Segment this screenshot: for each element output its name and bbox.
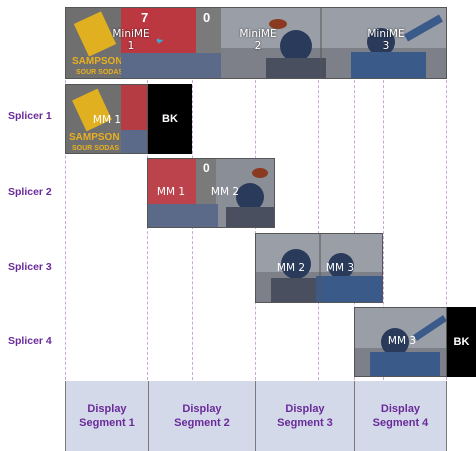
minime-label-2: MiniME 2 xyxy=(239,28,277,52)
splicer-3-mm-2: MM 2 xyxy=(276,262,306,274)
display-segment-1: Display Segment 1 xyxy=(65,381,148,451)
svg-text:SAMPSON: SAMPSON xyxy=(69,132,120,143)
display-segment-3: Display Segment 3 xyxy=(255,381,354,451)
splicer-4-bk: BK xyxy=(447,307,476,377)
guide-line-5 xyxy=(318,60,319,380)
display-segment-1-label: Display Segment 1 xyxy=(79,403,135,429)
score-b: 0 xyxy=(203,10,211,25)
display-segment-4: Display Segment 4 xyxy=(354,381,447,451)
svg-text:SAMPSON: SAMPSON xyxy=(72,56,123,67)
display-segment-2-label: Display Segment 2 xyxy=(174,403,230,429)
splicer-1-bk: BK xyxy=(148,84,192,154)
splicer-1-image: SAMPSON SOUR SODAS MM 1 xyxy=(65,84,148,154)
splicer-1-label: Splicer 1 xyxy=(8,110,52,122)
svg-text:SOUR SODAS: SOUR SODAS xyxy=(72,145,119,152)
splicer-4-image: MM 3 xyxy=(354,307,447,377)
splicer-2-image: 0 MM 1 MM 2 xyxy=(147,158,275,228)
splicer-4-label: Splicer 4 xyxy=(8,335,52,347)
splicer-3-label: Splicer 3 xyxy=(8,261,52,273)
display-segment-2: Display Segment 2 xyxy=(148,381,255,451)
splicer-4-mm-3: MM 3 xyxy=(387,335,417,347)
splicer-1-mm-1: MM 1 xyxy=(92,114,122,126)
splicer-2-score: 0 xyxy=(203,161,210,175)
display-segment-3-label: Display Segment 3 xyxy=(277,403,333,429)
top-source-strip: SAMPSON SOUR SODAS 🐦 7 0 MiniME 1 MiniME… xyxy=(65,7,447,79)
display-segment-4-label: Display Segment 4 xyxy=(372,403,429,429)
splicer-2-mm-2: MM 2 xyxy=(210,186,240,198)
splicer-2-mm-1: MM 1 xyxy=(156,186,186,198)
splicer-3-image: MM 2 MM 3 xyxy=(255,233,383,303)
score-a: 7 xyxy=(141,10,149,25)
minime-label-3: MiniME 3 xyxy=(367,28,405,52)
splicer-2-label: Splicer 2 xyxy=(8,186,52,198)
svg-text:SOUR SODAS: SOUR SODAS xyxy=(76,69,123,76)
splicer-3-mm-3: MM 3 xyxy=(325,262,355,274)
minime-label-1: MiniME 1 xyxy=(112,28,150,52)
